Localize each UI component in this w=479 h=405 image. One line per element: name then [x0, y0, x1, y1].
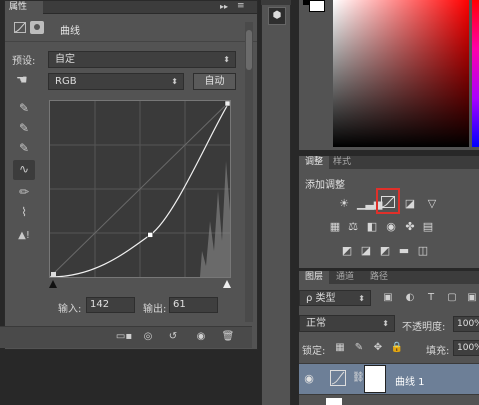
lock-position-move-icon[interactable]: ✥	[371, 341, 385, 355]
curves-icon-highlight	[376, 188, 400, 214]
color-field[interactable]	[333, 0, 469, 147]
next-layer-thumbnail[interactable]	[326, 398, 342, 405]
edit-points-curve-icon[interactable]: ∿	[13, 160, 35, 180]
properties-tab-bar: 属性 ▸▸ ≡	[5, 1, 257, 14]
kind-value: ρ 类型	[306, 293, 336, 304]
layer-link-chain-icon[interactable]: ⛓	[352, 372, 365, 383]
filter-pixel-icon[interactable]: ▣	[381, 291, 395, 305]
blend-mode-dropdown[interactable]: 正常 ⬍	[299, 315, 395, 332]
fill-label: 填充:	[426, 346, 450, 357]
blend-mode-value: 正常	[306, 318, 326, 329]
filter-smart-object-icon[interactable]: ▣	[465, 291, 479, 305]
opacity-field[interactable]: 100%	[453, 316, 479, 332]
selective-color-icon[interactable]: ◫	[415, 243, 431, 259]
hue-saturation-icon[interactable]: ▦	[327, 219, 343, 235]
channel-value: RGB	[55, 76, 77, 87]
channel-mixer-icon[interactable]: ✤	[402, 219, 418, 235]
vibrance-icon[interactable]: ▽	[424, 196, 440, 212]
tab-layers[interactable]: 图层	[299, 271, 329, 284]
reset-icon[interactable]: ↺	[163, 329, 183, 345]
preset-label: 预设:	[12, 56, 36, 67]
preset-value: 自定	[55, 54, 75, 65]
black-white-icon[interactable]: ◧	[364, 219, 380, 235]
dropdown-arrow-icon: ⬍	[171, 77, 178, 86]
filter-type-icon[interactable]: T	[424, 291, 438, 305]
foreground-color-swatch[interactable]	[309, 0, 325, 12]
tab-channels[interactable]: 通道	[336, 271, 354, 284]
layer-row-selected[interactable]	[299, 363, 479, 395]
lock-transparency-icon[interactable]: ▦	[333, 341, 347, 355]
threshold-icon[interactable]: ◩	[377, 243, 393, 259]
properties-scroll-thumb[interactable]	[246, 30, 252, 70]
white-point-eyedropper-icon[interactable]: ✎	[14, 139, 34, 157]
trash-icon[interactable]: 🗑	[218, 329, 238, 345]
strip-top-bar	[261, 0, 291, 5]
dropdown-arrow-icon: ⬍	[223, 55, 230, 64]
gradient-map-icon[interactable]: ▬	[396, 243, 412, 259]
black-slider-handle[interactable]	[49, 280, 57, 288]
layer-visibility-eye-icon[interactable]: ◉	[302, 372, 316, 386]
layer-mask-thumbnail[interactable]	[364, 365, 386, 393]
mask-icon[interactable]	[30, 21, 44, 34]
filter-shape-icon[interactable]: ▢	[445, 291, 459, 305]
dropdown-arrow-icon: ⬍	[358, 294, 365, 303]
curve-point-white[interactable]	[224, 101, 230, 107]
preset-dropdown[interactable]: 自定 ⬍	[48, 51, 236, 68]
draw-curve-pencil-icon[interactable]: ✏	[14, 183, 34, 201]
lock-all-icon[interactable]: 🔒	[390, 341, 404, 355]
curve-point-black[interactable]	[51, 272, 56, 277]
clip-to-layer-icon[interactable]: ▭▪	[114, 329, 134, 345]
collapse-panel-icon[interactable]: ▸▸	[220, 2, 228, 11]
layer-kind-filter[interactable]: ρ 类型 ⬍	[299, 290, 371, 306]
curves-graph-svg	[50, 101, 230, 277]
filter-adjustment-icon[interactable]: ◐	[403, 291, 417, 305]
layer-curves-adjustment-icon[interactable]	[330, 370, 346, 386]
smooth-curve-icon[interactable]: ⌇	[14, 203, 34, 221]
invert-icon[interactable]: ◩	[339, 243, 355, 259]
tab-adjustments[interactable]: 调整	[299, 156, 329, 169]
posterize-icon[interactable]: ◪	[358, 243, 374, 259]
histogram	[200, 161, 230, 277]
layer-name[interactable]: 曲线 1	[395, 373, 425, 388]
levels-icon[interactable]: ▁▃▅	[357, 196, 382, 212]
view-previous-state-icon[interactable]: ◎	[138, 329, 158, 345]
auto-button[interactable]: 自动	[193, 73, 236, 90]
color-lookup-icon[interactable]: ▤	[420, 219, 436, 235]
color-balance-icon[interactable]: ⚖	[345, 219, 361, 235]
curve-point-selected[interactable]	[147, 232, 153, 238]
curves-graph[interactable]	[49, 100, 231, 278]
clipping-warning-icon[interactable]: ▲!	[14, 227, 34, 245]
curves-adjustment-icon	[14, 22, 26, 33]
collapsed-panel-strip	[261, 0, 291, 405]
black-point-eyedropper-icon[interactable]: ✎	[14, 99, 34, 117]
opacity-label: 不透明度:	[402, 322, 446, 333]
brightness-icon[interactable]: ☀	[336, 196, 352, 212]
panel-menu-icon[interactable]: ≡	[237, 1, 245, 11]
input-label: 输入:	[58, 304, 82, 315]
lock-image-brush-icon[interactable]: ✎	[352, 341, 366, 355]
on-image-adjust-hand-icon[interactable]: ☚	[16, 73, 34, 89]
tab-paths[interactable]: 路径	[370, 271, 388, 284]
tab-properties[interactable]: 属性	[5, 1, 43, 14]
input-value-field[interactable]: 142	[86, 297, 135, 313]
output-value-field[interactable]: 61	[169, 297, 218, 313]
dropdown-arrow-icon: ⬍	[382, 319, 389, 328]
hue-slider[interactable]	[472, 0, 479, 147]
fill-field[interactable]: 100%	[453, 340, 479, 356]
gray-point-eyedropper-icon[interactable]: ✎	[14, 119, 34, 137]
lock-label: 锁定:	[302, 346, 326, 357]
photo-filter-icon[interactable]: ◉	[383, 219, 399, 235]
channel-dropdown[interactable]: RGB ⬍	[48, 73, 184, 90]
visibility-eye-icon[interactable]: ◉	[191, 329, 211, 345]
exposure-icon[interactable]: ◪	[402, 196, 418, 212]
tab-styles[interactable]: 样式	[333, 156, 351, 169]
output-label: 输出:	[143, 304, 167, 315]
add-adjustment-title: 添加调整	[305, 180, 345, 191]
white-slider-handle[interactable]	[223, 280, 231, 288]
properties-title: 曲线	[60, 26, 80, 37]
3d-cube-icon[interactable]: ⬢	[268, 7, 286, 25]
input-slider-row[interactable]	[49, 280, 231, 288]
